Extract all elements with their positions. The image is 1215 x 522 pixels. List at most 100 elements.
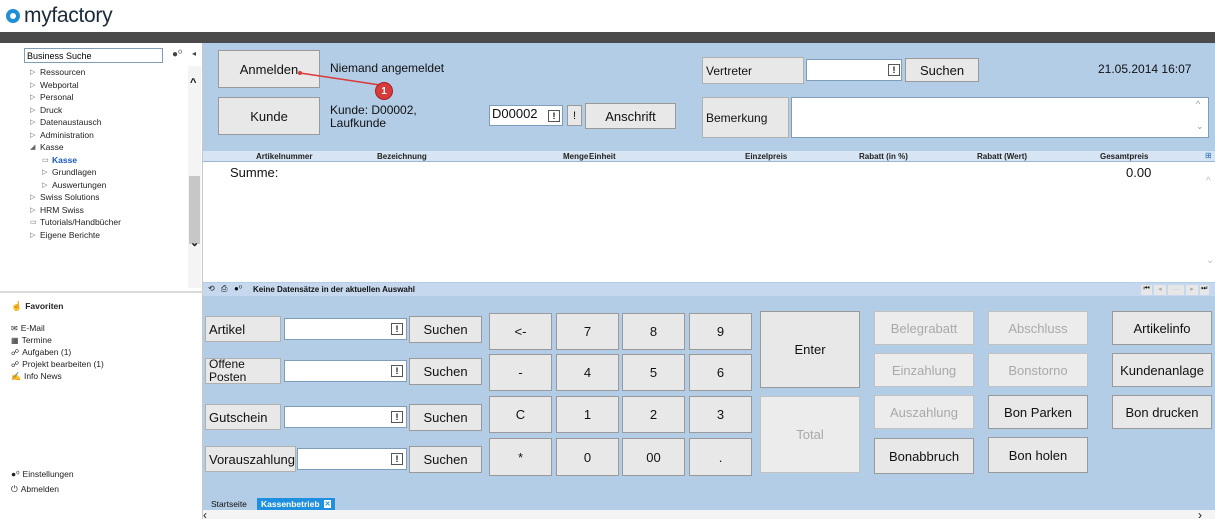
tree-item[interactable]: ▷ Grundlagen — [20, 166, 190, 179]
favoriten-link[interactable]: ☝ Favoriten — [11, 300, 63, 312]
tab-startseite[interactable]: Startseite — [207, 498, 251, 510]
keypad-key[interactable]: 6 — [689, 354, 752, 391]
search-row-suchen-button[interactable]: Suchen — [409, 358, 482, 385]
keypad-key[interactable]: 5 — [622, 354, 685, 391]
col-bezeichnung[interactable]: Bezeichnung — [377, 152, 427, 161]
belegrabatt-button[interactable]: Belegrabatt — [874, 311, 974, 345]
collapse-left-icon[interactable]: ◂ — [192, 49, 196, 58]
last-page-icon[interactable]: ⏭ — [1199, 285, 1209, 295]
search-row-suchen-button[interactable]: Suchen — [409, 404, 482, 431]
kunde-excl-button[interactable]: ! — [567, 105, 582, 126]
scroll-up-icon[interactable]: ^ — [190, 77, 196, 89]
bemerkung-textarea[interactable] — [791, 97, 1209, 138]
tree-item[interactable]: ▷ Webportal — [20, 79, 190, 92]
sidebar-link[interactable]: ☍ Projekt bearbeiten (1) — [11, 358, 104, 370]
artikelinfo-button[interactable]: Artikelinfo — [1112, 311, 1212, 345]
options-icon[interactable]: ●⁰ — [234, 284, 242, 293]
keypad-key[interactable]: 3 — [689, 396, 752, 433]
einzahlung-button[interactable]: Einzahlung — [874, 353, 974, 387]
keypad-key[interactable]: . — [689, 438, 752, 476]
tree-item[interactable]: ▭ Tutorials/Handbücher — [20, 216, 190, 229]
bon-drucken-button[interactable]: Bon drucken — [1112, 395, 1212, 429]
keypad-key[interactable]: 2 — [622, 396, 685, 433]
keypad-key[interactable]: - — [489, 354, 552, 391]
prev-page-icon[interactable]: ◂ — [1154, 285, 1166, 295]
tree-item[interactable]: ▭ Kasse — [20, 154, 190, 167]
keypad-key[interactable]: C — [489, 396, 552, 433]
keypad-key[interactable]: 7 — [556, 313, 619, 350]
col-artikelnummer[interactable]: Artikelnummer — [256, 152, 312, 161]
col-einzelpreis[interactable]: Einzelpreis — [745, 152, 787, 161]
lookup-icon[interactable]: ! — [391, 411, 403, 423]
next-page-icon[interactable]: ▸ — [1186, 285, 1198, 295]
col-rabatt-wert[interactable]: Rabatt (Wert) — [977, 152, 1027, 161]
print-icon[interactable]: ⎙ — [221, 284, 227, 294]
keypad-key[interactable]: * — [489, 438, 552, 476]
col-rabatt-prozent[interactable]: Rabatt (in %) — [859, 152, 908, 161]
kunde-lookup-icon[interactable]: ! — [548, 110, 560, 122]
total-button[interactable]: Total — [760, 396, 860, 473]
tree-item[interactable]: ▷ Personal — [20, 91, 190, 104]
einstellungen-link[interactable]: ●⁰ Einstellungen — [11, 468, 74, 480]
grid-settings-icon[interactable]: ⊞ — [1205, 151, 1212, 160]
keypad-key[interactable]: 9 — [689, 313, 752, 350]
textarea-up-icon[interactable]: ^ — [1196, 99, 1200, 109]
search-row-input[interactable] — [284, 360, 407, 382]
search-row-input[interactable] — [284, 318, 407, 340]
sidebar-link[interactable]: ✍ Info News — [11, 370, 104, 382]
enter-button[interactable]: Enter — [760, 311, 860, 388]
lookup-icon[interactable]: ! — [391, 323, 403, 335]
bon-parken-button[interactable]: Bon Parken — [988, 395, 1088, 429]
textarea-down-icon[interactable]: ⌄ — [1196, 121, 1204, 132]
horizontal-scrollbar[interactable] — [203, 510, 1215, 519]
kunde-button[interactable]: Kunde — [218, 97, 320, 135]
search-row-input[interactable] — [284, 406, 407, 428]
bonstorno-button[interactable]: Bonstorno — [988, 353, 1088, 387]
keypad-key[interactable]: 4 — [556, 354, 619, 391]
keypad-key[interactable]: <- — [489, 313, 552, 350]
lookup-icon[interactable]: ! — [391, 453, 403, 465]
hscroll-right-icon[interactable]: › — [1198, 508, 1202, 522]
business-search-input[interactable] — [24, 48, 163, 63]
tree-item[interactable]: ▷ Swiss Solutions — [20, 191, 190, 204]
close-tab-icon[interactable]: ✕ — [323, 500, 332, 508]
keypad-key[interactable]: 0 — [556, 438, 619, 476]
tab-kassenbetrieb[interactable]: Kassenbetrieb ✕ — [257, 498, 336, 510]
scroll-down-icon[interactable]: ⌄ — [190, 236, 199, 249]
tree-item[interactable]: ▷ Administration — [20, 129, 190, 142]
tree-item[interactable]: ◢ Kasse — [20, 141, 190, 154]
tree-item[interactable]: ▷ Auswertungen — [20, 179, 190, 192]
anschrift-button[interactable]: Anschrift — [585, 103, 676, 129]
kundenanlage-button[interactable]: Kundenanlage — [1112, 353, 1212, 387]
refresh-icon[interactable]: ⟲ — [208, 284, 215, 293]
page-more-icon[interactable]: … — [1167, 285, 1185, 295]
settings-dots-icon[interactable]: ●⁰ — [172, 49, 182, 60]
col-gesamtpreis[interactable]: Gesamtpreis — [1100, 152, 1148, 161]
keypad-key[interactable]: 8 — [622, 313, 685, 350]
search-row-suchen-button[interactable]: Suchen — [409, 316, 482, 343]
lookup-icon[interactable]: ! — [391, 365, 403, 377]
hscroll-left-icon[interactable]: ‹ — [203, 508, 207, 522]
abmelden-link[interactable]: ⏻ Abmelden — [11, 483, 59, 495]
keypad-key[interactable]: 00 — [622, 438, 685, 476]
grid-scroll-up-icon[interactable]: ^ — [1206, 176, 1211, 187]
sidebar-link[interactable]: ▦ Termine — [11, 334, 104, 346]
tree-item[interactable]: ▷ HRM Swiss — [20, 204, 190, 217]
abschluss-button[interactable]: Abschluss — [988, 311, 1088, 345]
bonabbruch-button[interactable]: Bonabbruch — [874, 438, 974, 474]
grid-scroll-down-icon[interactable]: ⌄ — [1206, 255, 1214, 266]
vertreter-lookup-icon[interactable]: ! — [888, 64, 900, 76]
vertreter-suchen-button[interactable]: Suchen — [905, 58, 979, 82]
col-einheit[interactable]: Einheit — [589, 152, 616, 161]
sidebar-scroll-thumb[interactable] — [189, 176, 200, 244]
tree-item[interactable]: ▷ Eigene Berichte — [20, 229, 190, 242]
auszahlung-button[interactable]: Auszahlung — [874, 395, 974, 429]
tree-item[interactable]: ▷ Datenaustausch — [20, 116, 190, 129]
col-menge[interactable]: Menge — [563, 152, 588, 161]
sidebar-link[interactable]: ✉ E-Mail — [11, 322, 104, 334]
tree-item[interactable]: ▷ Druck — [20, 104, 190, 117]
keypad-key[interactable]: 1 — [556, 396, 619, 433]
sidebar-link[interactable]: ☍ Aufgaben (1) — [11, 346, 104, 358]
first-page-icon[interactable]: ⏮ — [1141, 285, 1153, 295]
search-row-suchen-button[interactable]: Suchen — [409, 446, 482, 473]
